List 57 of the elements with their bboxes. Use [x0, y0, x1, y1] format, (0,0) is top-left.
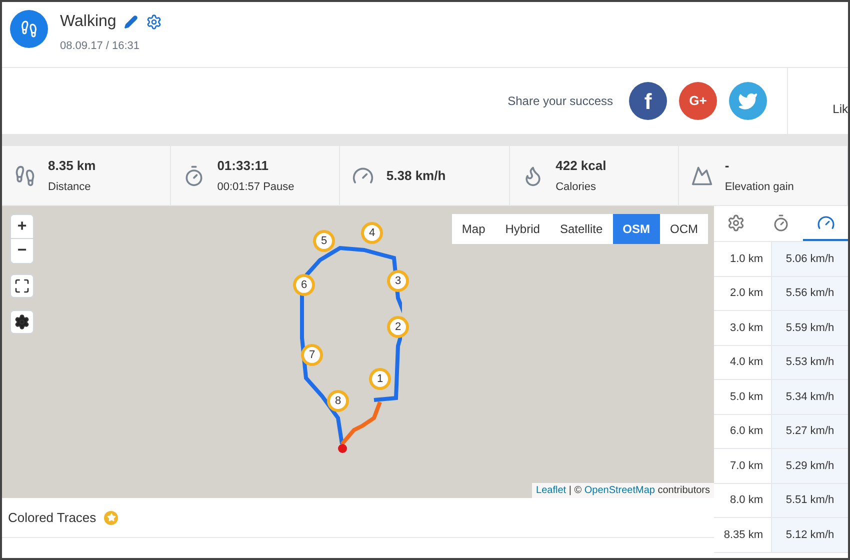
- speedometer-icon: [816, 214, 835, 232]
- map-background[interactable]: 1 2 3 4 5 6 7 8 + − Map Hybrid Satellite OSM OCM Leaflet | © OpenStreetMap contributors: [2, 206, 714, 498]
- map-attribution: Leaflet | © OpenStreetMap contributors: [532, 483, 714, 498]
- stat-value: 5.38 km/h: [386, 166, 446, 185]
- layer-tab[interactable]: Satellite: [550, 214, 613, 244]
- layer-tab[interactable]: Hybrid: [495, 214, 550, 244]
- activity-datetime: 08.09.17 / 16:31: [60, 39, 141, 54]
- split-speed-cell: 5.53 km/h: [772, 346, 848, 379]
- stat-label: Calories: [556, 180, 597, 195]
- route-marker[interactable]: 4: [361, 222, 383, 244]
- route-marker[interactable]: 8: [327, 390, 349, 412]
- facebook-button[interactable]: f: [629, 82, 667, 120]
- zoom-out-button[interactable]: −: [11, 239, 33, 263]
- route-marker[interactable]: 2: [387, 316, 409, 338]
- settings-icon: [14, 314, 30, 330]
- share-label: Share your success: [508, 93, 613, 110]
- openstreetmap-link[interactable]: OpenStreetMap: [584, 485, 655, 496]
- fullscreen-icon: [14, 278, 30, 294]
- split-speed-cell: 5.34 km/h: [772, 380, 848, 414]
- split-speed-cell: 5.29 km/h: [772, 449, 848, 482]
- route-marker[interactable]: 7: [301, 344, 323, 366]
- route-marker[interactable]: 5: [313, 230, 335, 252]
- map-settings-button[interactable]: [10, 310, 34, 334]
- stopwatch-icon: [772, 214, 790, 232]
- leaflet-link[interactable]: Leaflet: [536, 485, 566, 496]
- settings-icon[interactable]: [146, 14, 162, 30]
- fullscreen-button[interactable]: [10, 274, 34, 298]
- stat-value: 422 kcal: [556, 156, 606, 174]
- colored-traces-label: Colored Traces: [8, 508, 96, 527]
- split-speed-cell: 5.06 km/h: [772, 242, 848, 276]
- layer-tab[interactable]: Map: [452, 214, 496, 244]
- split-speed-cell: 5.51 km/h: [772, 484, 848, 517]
- google-plus-button[interactable]: G+: [679, 82, 717, 120]
- layer-tab[interactable]: OSM: [612, 214, 660, 244]
- gear-icon: [727, 214, 746, 232]
- stat-value: 8.35 km: [48, 156, 96, 174]
- layer-tab[interactable]: OCM: [660, 214, 708, 244]
- premium-star-icon: [104, 510, 118, 524]
- bird-icon: [738, 91, 758, 111]
- stat-label: Elevation gain: [724, 180, 794, 195]
- mountain-icon: [690, 164, 713, 186]
- activity-title: Walking: [60, 12, 116, 32]
- stat-value: -: [724, 156, 730, 174]
- stat-label: 00:01:57 Pause: [217, 180, 294, 195]
- split-speed-cell: 5.12 km/h: [772, 518, 848, 552]
- stat-value: 01:33:11: [217, 156, 270, 174]
- split-speed-cell: 5.27 km/h: [772, 414, 848, 448]
- split-speed-cell: 5.56 km/h: [772, 276, 848, 310]
- route-marker[interactable]: 3: [387, 270, 409, 292]
- zoom-in-button[interactable]: +: [11, 215, 33, 239]
- route-marker[interactable]: 1: [369, 368, 391, 390]
- split-speed-cell: 5.59 km/h: [772, 311, 848, 344]
- twitter-button[interactable]: [729, 82, 767, 120]
- edit-icon[interactable]: [124, 15, 138, 29]
- route-marker[interactable]: 6: [293, 274, 315, 296]
- like-label[interactable]: Lik: [832, 100, 848, 118]
- stat-label: Distance: [48, 180, 92, 195]
